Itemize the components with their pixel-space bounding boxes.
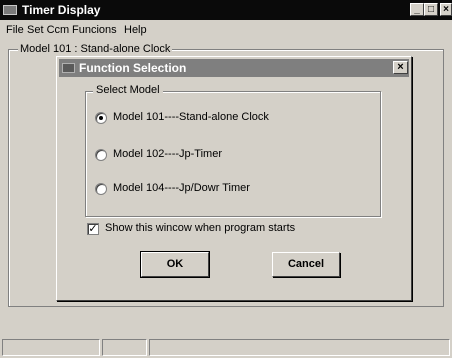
- radio-label[interactable]: Model 101----Stand-alone Clock: [113, 111, 269, 123]
- radio-button[interactable]: [95, 112, 107, 124]
- menu-bar: File Set Ccm Funcions Help: [0, 20, 452, 40]
- menu-file[interactable]: File: [6, 24, 24, 36]
- show-on-start-label[interactable]: Show this wincow when program starts: [105, 222, 295, 234]
- ok-button[interactable]: OK: [140, 251, 210, 278]
- menu-help[interactable]: Help: [124, 24, 147, 36]
- radio-label[interactable]: Model 104----Jp/Dowr Timer: [113, 182, 250, 194]
- menu-functions[interactable]: Funcions: [72, 24, 117, 36]
- status-pane-1: [2, 339, 100, 356]
- dialog-icon: [62, 63, 75, 73]
- window-title: Timer Display: [22, 3, 101, 17]
- status-pane-3: [149, 339, 450, 356]
- title-bar[interactable]: Timer Display _ □ ×: [0, 0, 452, 20]
- minimize-button[interactable]: _: [410, 3, 424, 16]
- show-on-start-checkbox[interactable]: ✓: [87, 223, 99, 235]
- radio-label[interactable]: Model 102----Jp-Timer: [113, 148, 222, 160]
- radio-button[interactable]: [95, 183, 107, 195]
- dialog-title: Function Selection: [79, 61, 187, 75]
- status-bar: [0, 337, 452, 358]
- status-pane-2: [102, 339, 147, 356]
- function-selection-dialog: Function Selection × Select Model Model …: [56, 56, 412, 301]
- app-icon: [3, 5, 17, 15]
- model-frame-label: Model 101 : Stand-alone Clock: [18, 43, 173, 56]
- menu-set-com[interactable]: Set Ccm: [27, 24, 69, 36]
- select-model-label: Select Model: [93, 84, 163, 96]
- radio-button[interactable]: [95, 149, 107, 161]
- cancel-button[interactable]: Cancel: [272, 252, 340, 277]
- dialog-close-button[interactable]: ×: [393, 61, 408, 74]
- maximize-button[interactable]: □: [424, 3, 438, 16]
- dialog-title-bar[interactable]: Function Selection ×: [59, 59, 409, 77]
- close-button[interactable]: ×: [440, 3, 452, 16]
